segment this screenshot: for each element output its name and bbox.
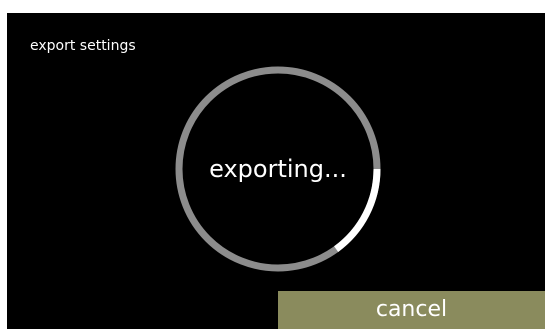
screen-title: export settings — [30, 38, 136, 54]
export-screen: export settings exporting... cancel — [7, 13, 545, 329]
progress-status-text: exporting... — [209, 155, 347, 183]
cancel-button[interactable]: cancel — [278, 291, 545, 329]
